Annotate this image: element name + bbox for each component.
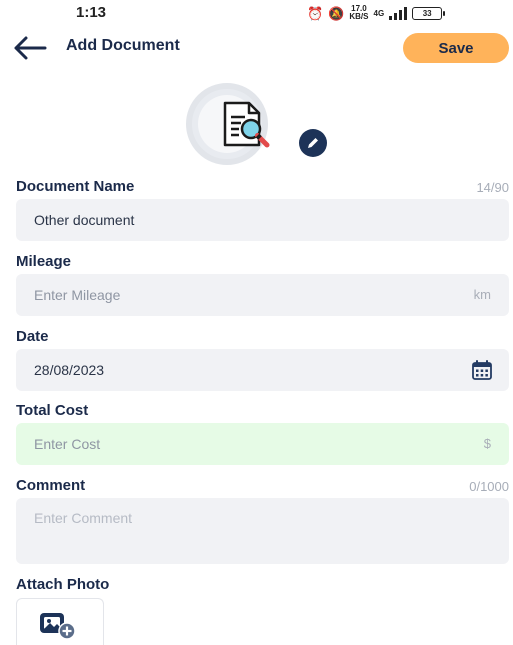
total-cost-label: Total Cost — [16, 402, 89, 419]
network-type: 4G — [373, 8, 385, 18]
status-bar: 1:13 ⏰ 🔕 17.0 KB/S 4G 33 — [0, 0, 513, 26]
back-button[interactable] — [12, 34, 48, 62]
back-arrow-icon — [14, 36, 47, 60]
document-name-counter: 14/90 — [476, 180, 509, 195]
document-image — [186, 83, 328, 165]
save-button[interactable]: Save — [403, 33, 509, 63]
mileage-placeholder: Enter Mileage — [34, 287, 121, 303]
document-name-label: Document Name — [16, 178, 135, 195]
mileage-input[interactable]: Enter Mileage km — [16, 274, 509, 316]
pencil-icon — [308, 138, 318, 148]
attach-photo-button[interactable] — [16, 598, 104, 645]
battery-icon: 33 — [412, 6, 446, 20]
alarm-icon: ⏰ — [307, 5, 324, 21]
status-icons: ⏰ 🔕 17.0 KB/S 4G 33 — [307, 3, 446, 23]
battery-level: 33 — [422, 8, 432, 18]
calendar-icon[interactable] — [471, 359, 493, 381]
comment-label: Comment — [16, 477, 86, 494]
edit-photo-button[interactable] — [299, 129, 327, 157]
total-cost-unit: $ — [483, 436, 491, 451]
total-cost-placeholder: Enter Cost — [34, 436, 101, 452]
status-time: 1:13 — [76, 4, 107, 21]
document-name-value: Other document — [34, 212, 135, 228]
comment-placeholder: Enter Comment — [34, 510, 133, 526]
network-speed: 17.0 KB/S — [349, 5, 368, 21]
comment-counter: 0/1000 — [469, 479, 509, 494]
signal-icon — [389, 6, 408, 20]
date-value: 28/08/2023 — [34, 362, 105, 378]
mute-icon: 🔕 — [328, 5, 345, 21]
date-input[interactable]: 28/08/2023 — [16, 349, 509, 391]
app-header: Add Document Save — [0, 28, 513, 68]
mileage-label: Mileage — [16, 253, 72, 270]
document-name-input[interactable]: Other document — [16, 199, 509, 241]
mileage-unit: km — [473, 287, 491, 302]
document-search-icon — [223, 101, 270, 148]
attach-photo-label: Attach Photo — [16, 576, 110, 593]
network-speed-unit: KB/S — [349, 12, 369, 21]
total-cost-input[interactable]: Enter Cost $ — [16, 423, 509, 465]
page-title: Add Document — [66, 37, 180, 54]
date-label: Date — [16, 328, 49, 345]
add-photo-icon — [40, 613, 76, 640]
comment-input[interactable]: Enter Comment — [16, 498, 509, 564]
